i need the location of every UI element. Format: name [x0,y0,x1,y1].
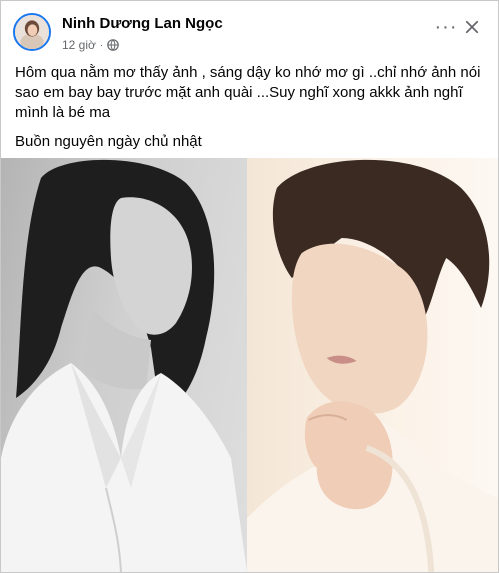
photo-right-man-portrait [247,158,498,572]
close-icon[interactable] [460,15,484,39]
post-text-paragraph-2: Buồn nguyên ngày chủ nhật [15,133,202,150]
facebook-post: Ninh Dương Lan Ngọc 12 giờ · ··· Hôm qua… [0,0,499,573]
globe-icon[interactable] [107,39,120,51]
author-name[interactable]: Ninh Dương Lan Ngọc [62,15,223,32]
avatar-portrait [15,15,49,49]
post-timestamp[interactable]: 12 giờ [62,38,96,52]
post-text: Hôm qua nằm mơ thấy ảnh , sáng dậy ko nh… [15,63,484,152]
post-meta: 12 giờ · [62,38,120,52]
post-photo[interactable] [1,158,498,572]
avatar[interactable] [13,13,51,51]
meta-separator: · [99,39,104,51]
photo-left-woman-portrait [1,158,247,572]
more-options-icon[interactable]: ··· [434,15,458,39]
post-header: Ninh Dương Lan Ngọc 12 giờ · ··· [1,1,498,59]
post-text-paragraph-1: Hôm qua nằm mơ thấy ảnh , sáng dậy ko nh… [15,64,481,121]
